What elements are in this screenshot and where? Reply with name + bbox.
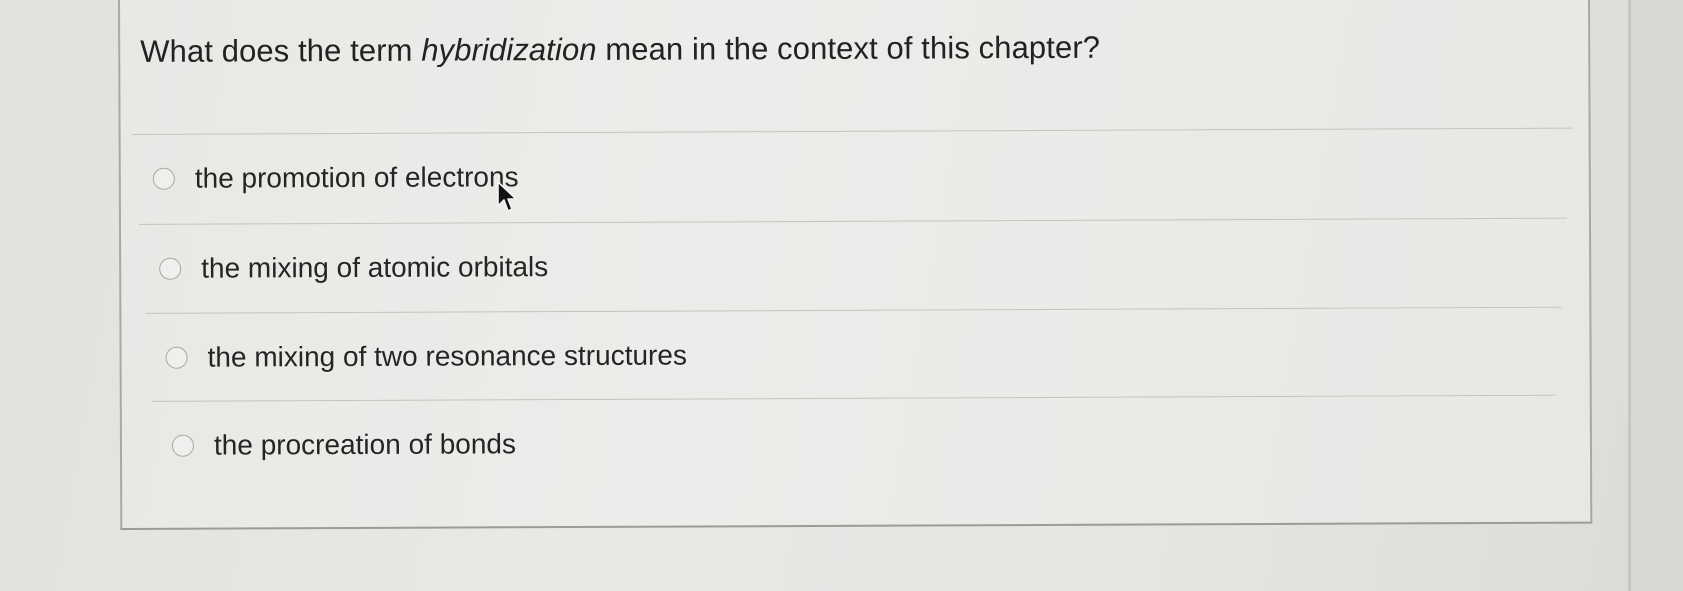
divider xyxy=(151,394,1556,402)
answer-option-4[interactable]: the procreation of bonds xyxy=(171,424,516,466)
divider xyxy=(132,127,1573,135)
answer-option-label[interactable]: the procreation of bonds xyxy=(214,428,516,461)
answer-option-2[interactable]: the mixing of atomic orbitals xyxy=(159,247,548,289)
quiz-page: What does the term hybridization mean in… xyxy=(0,0,1683,591)
answer-option-label[interactable]: the promotion of electrons xyxy=(195,161,519,194)
question-term: hybridization xyxy=(421,31,597,68)
radio-button-icon[interactable] xyxy=(165,346,188,369)
right-panel-edge xyxy=(1628,0,1631,591)
answer-option-label[interactable]: the mixing of two resonance structures xyxy=(208,340,687,374)
question-prompt: What does the term hybridization mean in… xyxy=(140,30,1100,70)
right-background xyxy=(1631,0,1683,591)
answer-option-1[interactable]: the promotion of electrons xyxy=(152,157,519,199)
radio-button-icon[interactable] xyxy=(171,434,195,457)
question-card: What does the term hybridization mean in… xyxy=(118,0,1593,530)
radio-button-icon[interactable] xyxy=(159,257,182,280)
divider xyxy=(145,306,1562,314)
divider xyxy=(138,217,1567,225)
answer-option-3[interactable]: the mixing of two resonance structures xyxy=(165,336,687,378)
answer-option-label[interactable]: the mixing of atomic orbitals xyxy=(201,251,548,285)
question-prefix: What does the term xyxy=(140,32,422,69)
question-suffix: mean in the context of this chapter? xyxy=(596,29,1101,67)
radio-button-icon[interactable] xyxy=(152,167,175,190)
mouse-pointer-icon xyxy=(497,181,517,212)
